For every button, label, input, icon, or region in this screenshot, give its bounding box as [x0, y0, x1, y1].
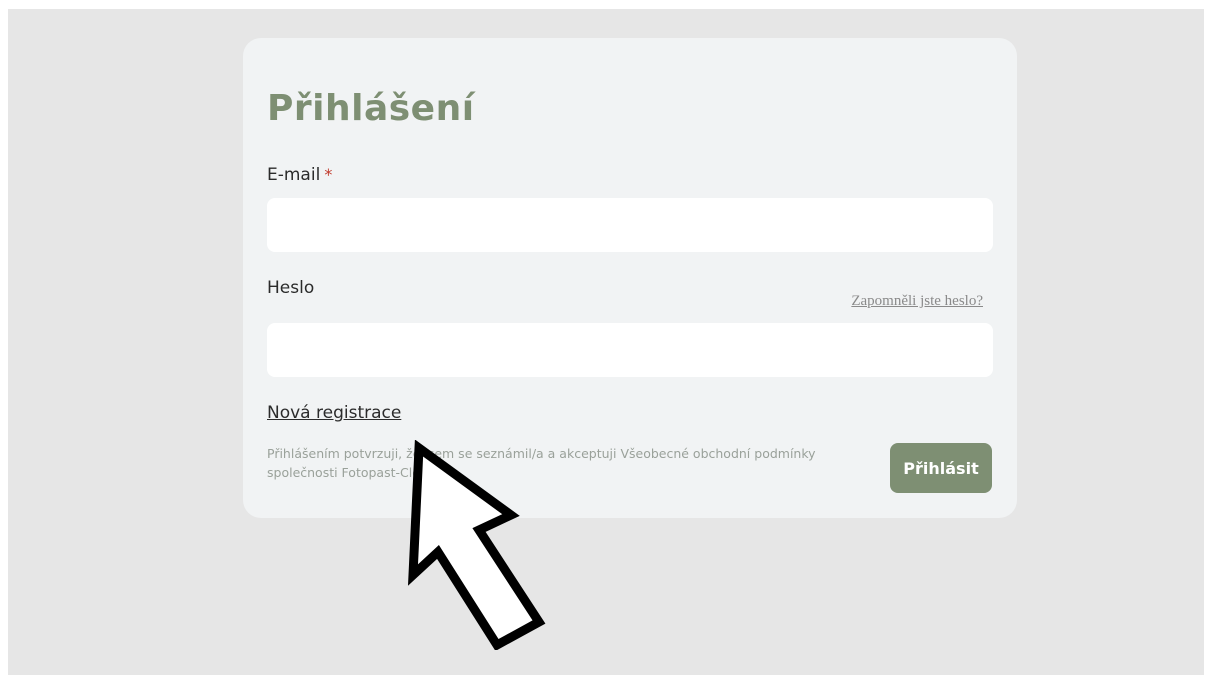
page-title: Přihlášení [267, 88, 475, 129]
password-input[interactable] [267, 323, 993, 377]
password-label: Heslo [267, 278, 315, 298]
arrow-pointer-icon [407, 440, 546, 650]
login-card: Přihlášení E-mail * Heslo Zapomněli jste … [243, 38, 1017, 518]
login-button[interactable]: Přihlásit [890, 443, 992, 493]
required-asterisk: * [324, 165, 333, 184]
terms-notice: Přihlášením potvrzuji, že jsem se seznám… [267, 446, 816, 480]
page-background: Přihlášení E-mail * Heslo Zapomněli jste … [8, 9, 1204, 675]
email-input[interactable] [267, 198, 993, 252]
email-label: E-mail * [267, 165, 332, 185]
new-registration-link[interactable]: Nová registrace [267, 403, 401, 423]
email-label-text: E-mail [267, 165, 321, 185]
forgot-password-link[interactable]: Zapomněli jste heslo? [851, 293, 983, 310]
